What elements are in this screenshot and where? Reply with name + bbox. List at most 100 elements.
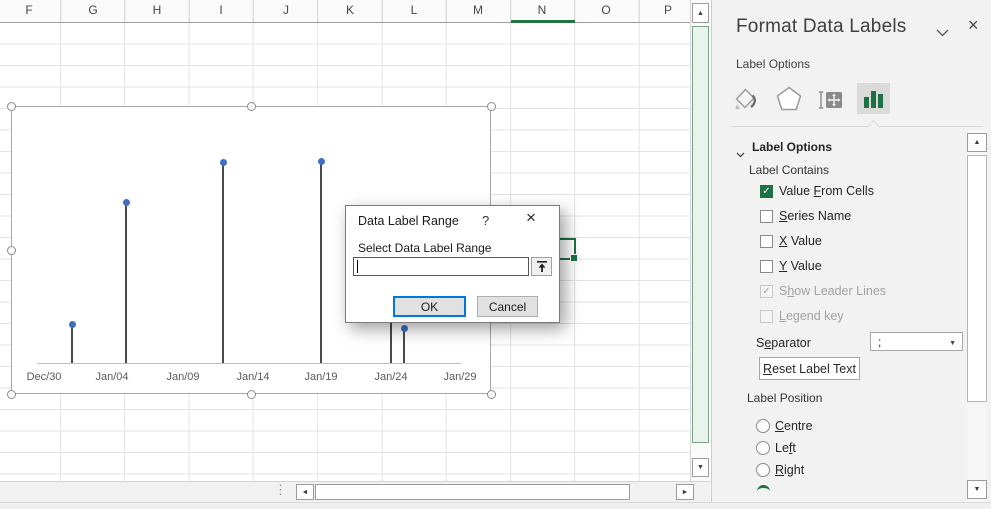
column-headers: F G H I J K L M N O P [0, 0, 690, 23]
down-arrow-icon: ▼ [697, 464, 704, 471]
radio-label: Right [775, 463, 805, 477]
radio-circle [756, 441, 770, 455]
checkbox-label: Value From Cells [779, 184, 874, 198]
checkbox-x-value[interactable]: X Value [760, 233, 822, 249]
pane-scroll-down-button[interactable]: ▼ [967, 480, 987, 499]
x-axis-label: Dec/30 [26, 371, 62, 383]
column-header-M[interactable]: M [473, 3, 483, 17]
checkbox-y-value[interactable]: Y Value [760, 258, 822, 274]
chart-resize-handle[interactable] [487, 102, 496, 111]
data-point-marker[interactable] [68, 320, 76, 328]
x-axis-label: Jan/04 [95, 371, 129, 383]
checkbox-box [760, 309, 773, 323]
column-header-K[interactable]: K [346, 3, 354, 17]
scroll-up-button[interactable]: ▲ [692, 3, 709, 23]
radio-circle [756, 419, 770, 433]
data-point-marker[interactable] [122, 198, 130, 206]
radio-right[interactable]: Right [756, 462, 804, 478]
chart-resize-handle[interactable] [7, 246, 16, 255]
x-axis-label: Jan/14 [236, 371, 270, 383]
radio-label: Left [775, 441, 796, 455]
radio-centre[interactable]: Centre [756, 418, 813, 434]
divider [731, 126, 983, 127]
checkbox-legend-key: Legend key [760, 308, 844, 324]
column-header-I[interactable]: I [219, 3, 222, 17]
pane-tab-label: Label Options [736, 57, 811, 71]
column-header-P[interactable]: P [664, 3, 672, 17]
data-point-marker[interactable] [219, 158, 227, 166]
scroll-right-button[interactable]: ► [676, 484, 694, 500]
chart-resize-handle[interactable] [7, 102, 16, 111]
vertical-scroll-thumb[interactable] [692, 26, 709, 443]
checkbox-box: ✓ [760, 284, 773, 298]
reset-label-text-button[interactable]: Reset Label Text [759, 357, 860, 380]
collapse-dialog-up-arrow-icon [536, 261, 547, 272]
column-header-G[interactable]: G [88, 3, 97, 17]
chart-resize-handle[interactable] [7, 390, 16, 399]
up-arrow-icon: ▲ [697, 9, 704, 17]
horizontal-scrollbar[interactable]: ⋮ ◄ ► [0, 481, 710, 502]
checkbox-show-leader-lines: ✓ Show Leader Lines [760, 283, 886, 299]
checkbox-label: X Value [779, 234, 822, 248]
chart-resize-handle[interactable] [247, 102, 256, 111]
close-icon[interactable]: × [968, 15, 979, 36]
dropdown-caret-icon: ▼ [949, 340, 956, 347]
data-point-stem [222, 162, 224, 363]
column-header-H[interactable]: H [153, 3, 162, 17]
collapse-dialog-button[interactable] [531, 257, 552, 276]
chevron-down-icon[interactable] [736, 145, 745, 163]
chart-resize-handle[interactable] [247, 390, 256, 399]
partially-visible-selected-radio[interactable] [757, 485, 770, 494]
text-caret [357, 260, 358, 273]
label-contains-header: Label Contains [749, 163, 830, 177]
checkbox-box [760, 209, 773, 223]
horizontal-scroll-thumb[interactable] [315, 484, 630, 500]
excel-window: F G H I J K L M N O P Dec/30 Jan/04 Jan/09 Jan/14 Jan/… [0, 0, 991, 509]
separator-value: ; [878, 334, 882, 349]
fill-handle[interactable] [570, 254, 578, 262]
fill-line-icon[interactable] [733, 85, 759, 117]
checkbox-label: Y Value [779, 259, 822, 273]
chevron-down-icon[interactable] [936, 24, 949, 42]
column-header-J[interactable]: J [283, 3, 289, 17]
scroll-down-button[interactable]: ▼ [692, 458, 709, 477]
checkbox-box [760, 234, 773, 248]
label-options-chart-icon[interactable] [857, 83, 890, 114]
separator-label: Separator [756, 336, 811, 350]
dialog-title: Data Label Range [358, 214, 459, 228]
pane-scroll-thumb[interactable] [967, 155, 987, 402]
scroll-left-button[interactable]: ◄ [296, 484, 314, 500]
data-point-marker[interactable] [317, 157, 325, 165]
column-header-F[interactable]: F [25, 3, 32, 17]
right-arrow-icon: ► [681, 488, 689, 496]
column-header-N[interactable]: N [538, 3, 547, 17]
dialog-field-label: Select Data Label Range [358, 241, 492, 255]
status-bar-strip [0, 502, 991, 509]
data-point-stem [403, 328, 405, 363]
pane-scroll-up-button[interactable]: ▲ [967, 133, 987, 152]
effects-icon[interactable] [776, 85, 802, 117]
down-arrow-icon: ▼ [973, 486, 981, 493]
checkbox-series-name[interactable]: Series Name [760, 208, 851, 224]
column-header-O[interactable]: O [601, 3, 610, 17]
x-axis-label: Jan/24 [374, 371, 408, 383]
x-axis-line [37, 363, 461, 364]
scrollbar-splitter-grip[interactable]: ⋮ [274, 482, 287, 498]
separator-dropdown[interactable]: ; ▼ [870, 332, 963, 351]
ok-button[interactable]: OK [393, 296, 466, 317]
size-properties-icon[interactable] [818, 85, 844, 117]
close-icon[interactable]: × [526, 208, 536, 228]
checkbox-value-from-cells[interactable]: ✓ Value From Cells [760, 183, 874, 199]
range-input[interactable] [353, 257, 529, 276]
column-header-L[interactable]: L [411, 3, 418, 17]
checkbox-label: Series Name [779, 209, 852, 223]
data-point-marker[interactable] [400, 324, 408, 332]
help-icon[interactable]: ? [482, 213, 489, 228]
cancel-button[interactable]: Cancel [477, 296, 538, 317]
data-point-stem [125, 202, 127, 363]
radio-left[interactable]: Left [756, 440, 796, 456]
radio-label: Centre [775, 419, 813, 433]
section-header-label-options[interactable]: Label Options [752, 140, 832, 154]
chart-resize-handle[interactable] [487, 390, 496, 399]
vertical-scrollbar[interactable]: ▲ ▼ [690, 0, 710, 481]
